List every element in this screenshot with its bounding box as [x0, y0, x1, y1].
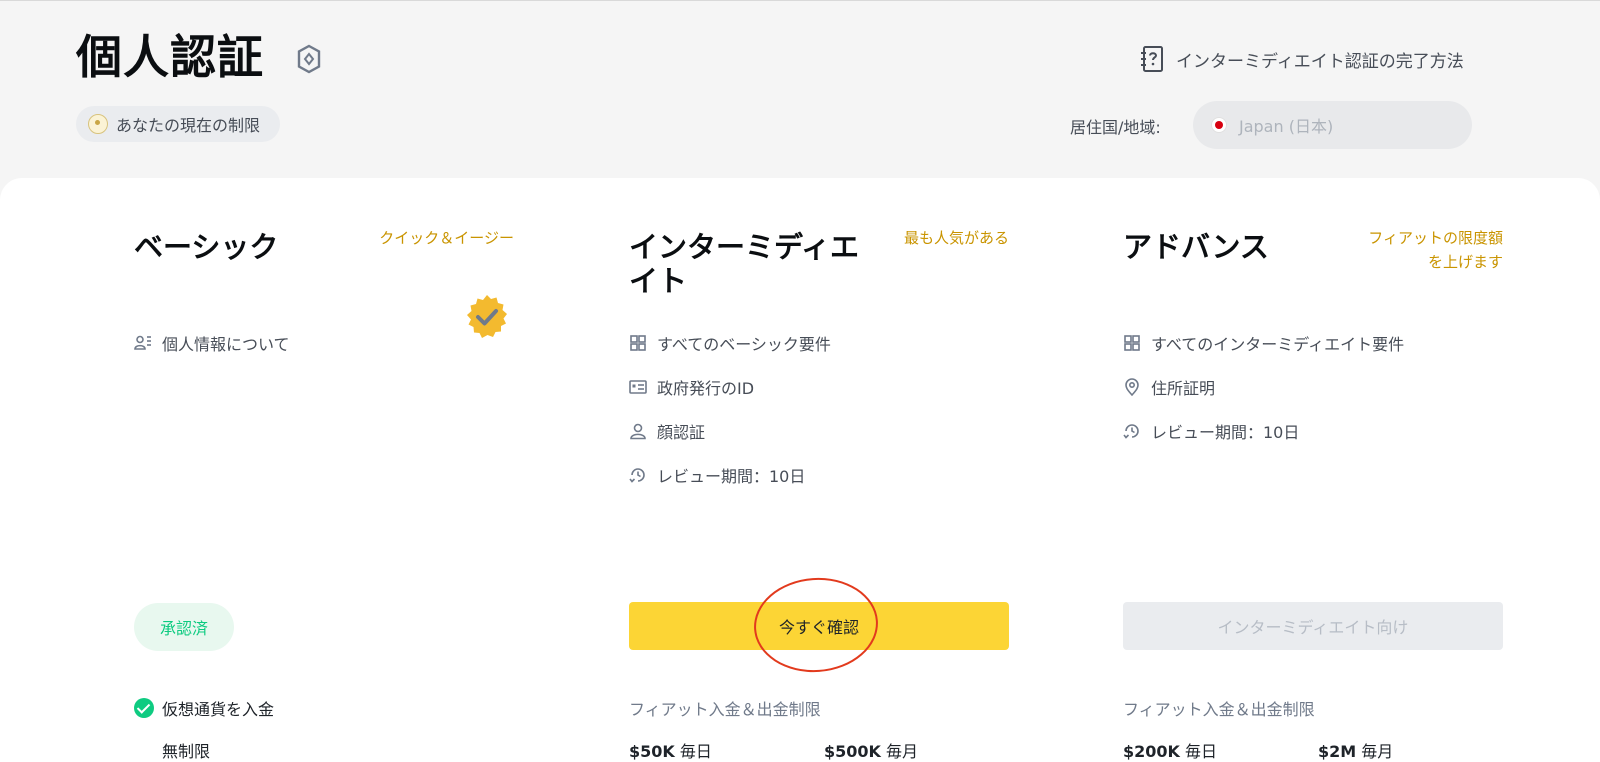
requirement-list: すべてのインターミディエイト要件 住所証明 レビュー期間：10日 [1123, 321, 1404, 453]
list-item: すべてのベーシック要件 [629, 321, 831, 365]
tier-title: アドバンス [1123, 230, 1269, 264]
howto-link-label: インターミディエイト認証の完了方法 [1176, 51, 1464, 72]
list-item: レビュー期間：10日 [629, 453, 831, 497]
requirement-list: 個人情報について [134, 321, 290, 365]
tier-card-intermediate: インターミディエイト 最も人気がある すべてのベーシック要件 政府発行のID 顔… [629, 178, 1009, 762]
fiat-limit-label: フィアット入金＆出金制限 [629, 700, 821, 719]
list-item: レビュー期間：10日 [1123, 409, 1404, 453]
location-pin-icon [1125, 378, 1139, 396]
requirement-label: レビュー期間：10日 [1151, 423, 1300, 442]
list-item: 顔認証 [629, 409, 831, 453]
tier-tag: フィアットの限度額を上げます [1368, 229, 1503, 271]
residence-value: Japan (日本) [1239, 117, 1334, 136]
list-item: 個人情報について [134, 321, 290, 365]
monthly-limit: $500K 毎月 [824, 738, 918, 762]
daily-limit-amount: $200K [1123, 742, 1180, 761]
daily-limit: $200K 毎日 [1123, 738, 1217, 762]
current-limits-label: あなたの現在の制限 [116, 116, 261, 135]
benefit-label: 仮想通貨を入金 [162, 700, 275, 719]
tier-title: インターミディエイト [629, 230, 859, 298]
requirement-label: すべてのベーシック要件 [657, 335, 831, 354]
verify-now-label: 今すぐ確認 [778, 618, 859, 637]
review-clock-icon [629, 468, 645, 483]
page-title: 個人認証 [76, 30, 264, 84]
requirement-label: 顔認証 [657, 423, 706, 442]
howto-link[interactable]: インターミディエイト認証の完了方法 [1140, 44, 1464, 74]
daily-limit-unit: 毎日 [1185, 742, 1218, 761]
monthly-limit: $2M 毎月 [1318, 738, 1393, 762]
requirement-label: 政府発行のID [657, 379, 755, 398]
current-limits-button[interactable]: あなたの現在の制限 [76, 106, 280, 142]
tier-card-basic: ベーシック クイック＆イージー 個人情報について 承認済 仮想通貨を入金 無制限 [134, 178, 514, 762]
review-clock-icon [1123, 424, 1139, 439]
monthly-limit-amount: $2M [1318, 742, 1357, 761]
user-icon [630, 423, 646, 440]
verified-seal-icon [467, 295, 507, 338]
verification-panel: ベーシック クイック＆イージー 個人情報について 承認済 仮想通貨を入金 無制限… [0, 178, 1600, 762]
list-item: 住所証明 [1123, 365, 1404, 409]
benefit-value: 無制限 [162, 742, 211, 761]
daily-limit-amount: $50K [629, 742, 675, 761]
list-item: すべてのインターミディエイト要件 [1123, 321, 1404, 365]
japan-flag-icon [1211, 117, 1227, 133]
check-circle-icon [134, 698, 154, 718]
tier-card-advanced: アドバンス フィアットの限度額を上げます すべてのインターミディエイト要件 住所… [1123, 178, 1503, 762]
intermediate-required-label: インターミディエイト向け [1217, 618, 1409, 637]
requirement-label: レビュー期間：10日 [657, 467, 806, 486]
daily-limit: $50K 毎日 [629, 738, 712, 762]
requirement-label: 個人情報について [162, 335, 290, 354]
tier-tag: クイック＆イージー [379, 229, 514, 247]
user-limit-icon [88, 114, 108, 134]
shield-badge-icon [297, 44, 321, 74]
monthly-limit-amount: $500K [824, 742, 881, 761]
residence-label: 居住国/地域: [1070, 118, 1161, 137]
residence-select[interactable]: Japan (日本) [1193, 101, 1472, 149]
requirement-list: すべてのベーシック要件 政府発行のID 顔認証 レビュー期間：10日 [629, 321, 831, 497]
help-book-icon [1141, 46, 1163, 72]
grid-icon [630, 335, 646, 351]
requirement-label: すべてのインターミディエイト要件 [1151, 335, 1405, 354]
user-list-icon [134, 335, 151, 350]
monthly-limit-unit: 毎月 [1361, 742, 1394, 761]
grid-icon [1124, 335, 1140, 351]
tier-title: ベーシック [134, 230, 279, 264]
approved-status-badge: 承認済 [134, 603, 234, 651]
list-item: 政府発行のID [629, 365, 831, 409]
tier-tag: 最も人気がある [903, 229, 1009, 247]
requirement-label: 住所証明 [1151, 379, 1216, 398]
top-divider [0, 0, 1600, 1]
monthly-limit-unit: 毎月 [886, 742, 919, 761]
daily-limit-unit: 毎日 [679, 742, 712, 761]
verify-now-button[interactable]: 今すぐ確認 [629, 602, 1009, 650]
intermediate-required-button[interactable]: インターミディエイト向け [1123, 602, 1503, 650]
fiat-limit-label: フィアット入金＆出金制限 [1123, 700, 1315, 719]
crypto-deposit-benefit: 仮想通貨を入金 [134, 696, 274, 720]
id-card-icon [629, 380, 647, 394]
